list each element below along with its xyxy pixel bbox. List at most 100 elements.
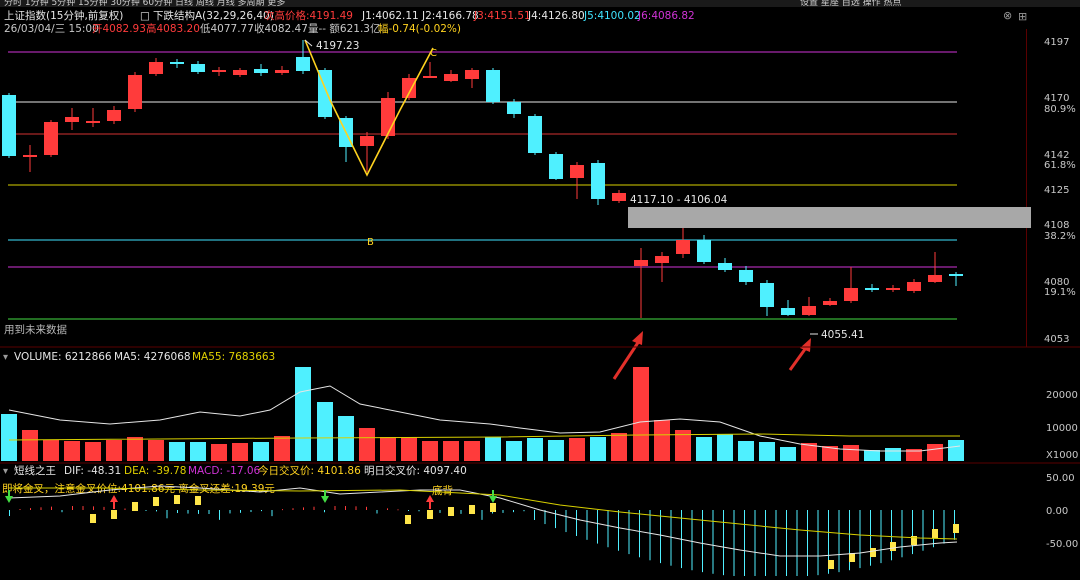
volume-bar (274, 436, 290, 461)
candle-body (718, 263, 732, 270)
candle-body (381, 98, 395, 136)
macd-turn-marker (828, 560, 834, 569)
macd-bar (366, 506, 367, 510)
macd-bar (324, 510, 325, 513)
bar-info-field: 幅-0.74(-0.02%) (378, 22, 461, 35)
candle-body (507, 102, 521, 114)
macd-bar (72, 506, 73, 510)
macd-bar (261, 510, 262, 512)
macd-bar (229, 510, 231, 514)
macd-turn-marker (448, 507, 454, 516)
volume-value: VOLUME: 6212866 (14, 351, 112, 363)
macd-bar (702, 510, 703, 573)
volume-bar (317, 402, 333, 461)
buy-signal-arrow (110, 495, 118, 502)
macd-bar (145, 510, 147, 511)
menu-period-tabs[interactable]: 分时 1分钟 5分钟 15分钟 30分钟 60分钟 日线 周线 月线 多周期 更… (4, 0, 285, 8)
sell-signal-arrow (321, 496, 329, 503)
candle-body (44, 122, 58, 155)
macd-bar (576, 510, 577, 536)
price-axis-label: 61.8% (1044, 160, 1076, 171)
volume-bar (422, 441, 438, 461)
macd-collapse-icon[interactable]: ▾ (3, 466, 8, 477)
volume-ma55: MA55: 7683663 (192, 351, 275, 363)
macd-bar (912, 510, 913, 555)
candle-body (444, 74, 458, 81)
macd-turn-marker (890, 542, 896, 551)
cross-price-tomorrow: 明日交叉价: 4097.40 (364, 464, 467, 477)
macd-bar (208, 510, 210, 514)
future-data-note: 用到未来数据 (4, 323, 67, 336)
macd-bar (376, 510, 378, 514)
indicator-name[interactable]: 下跌结构A(32,29,26,40) (153, 9, 274, 22)
macd-bar (754, 510, 756, 578)
macd-bar (891, 510, 892, 561)
candle-body (676, 240, 690, 254)
macd-bar (544, 510, 546, 525)
volume-collapse-icon[interactable]: ▾ (3, 352, 8, 363)
chart-title-icon[interactable]: □ (140, 10, 150, 22)
indicator-param: J4:4126.80 (527, 10, 585, 22)
macd-turn-marker (932, 529, 938, 538)
volume-ma5: MA5: 4276068 (114, 351, 191, 363)
gap-zone (628, 207, 1031, 228)
candle-body (591, 163, 605, 199)
macd-turn-marker (849, 553, 855, 562)
volume-bar (738, 441, 754, 461)
volume-bar (43, 440, 59, 461)
macd-bar (334, 506, 336, 510)
macd-bar (166, 510, 168, 519)
bar-info-field: 高4083.20 (146, 22, 200, 35)
macd-bar (355, 506, 357, 510)
price-axis-label: 4197 (1044, 37, 1069, 48)
chart-title: 上证指数(15分钟,前复权) (4, 9, 123, 22)
macd-bar (303, 507, 304, 510)
point-b-label: B (367, 237, 374, 248)
bar-info-field: 低4077.77 (200, 22, 254, 35)
candle-body (802, 306, 816, 315)
macd-bar (712, 510, 714, 574)
kline-chart-canvas[interactable]: 分时 1分钟 5分钟 15分钟 30分钟 60分钟 日线 周线 月线 多周期 更… (0, 0, 1080, 578)
macd-bar (786, 510, 787, 578)
volume-bar (106, 440, 122, 461)
indicator-param: J2:4166.78 (421, 10, 479, 22)
macd-bar (607, 510, 609, 548)
macd-bar (765, 510, 766, 578)
menu-right-tools[interactable]: 设置 星座 自选 操作 热点 (800, 0, 901, 8)
volume-bar (359, 428, 375, 461)
candle-body (254, 69, 268, 73)
macd-bar (796, 510, 798, 578)
window-controls: ⊗ ⊞ (1003, 9, 1027, 23)
point-c-label: C (430, 48, 437, 59)
bar-info-field: 开4082.93 (92, 23, 146, 35)
macd-bar (733, 510, 735, 577)
macd-bar (670, 510, 672, 566)
candle-body (402, 78, 416, 98)
macd-bar (933, 510, 934, 548)
macd-bar (40, 507, 42, 510)
candle-body (528, 116, 542, 153)
candle-body (760, 283, 774, 307)
candle-body (275, 70, 289, 73)
macd-bar (439, 510, 441, 513)
macd-name[interactable]: 短线之王 (14, 464, 56, 477)
macd-bar (460, 510, 462, 514)
macd-bar (9, 510, 10, 516)
volume-bar (927, 444, 943, 461)
candle-body (423, 76, 437, 78)
candle-body (549, 154, 563, 179)
macd-panel: ▾ 短线之王 DIF: -48.31 DEA: -39.78 MACD: -17… (0, 462, 1080, 578)
candle-body (655, 256, 669, 263)
volume-bar (885, 448, 901, 461)
maximize-icon[interactable]: ⊞ (1018, 10, 1027, 23)
cross-price-today: 今日交叉价: 4101.86 (258, 464, 361, 477)
volume-bar (948, 440, 964, 461)
macd-turn-marker (870, 548, 876, 557)
price-axis-label: 4170 (1044, 93, 1069, 104)
close-icon[interactable]: ⊗ (1003, 9, 1012, 22)
macd-bar (19, 509, 21, 511)
macd-bar (870, 510, 871, 566)
macd-bar (901, 510, 903, 558)
candle-body (928, 275, 942, 282)
candle-body (360, 136, 374, 146)
